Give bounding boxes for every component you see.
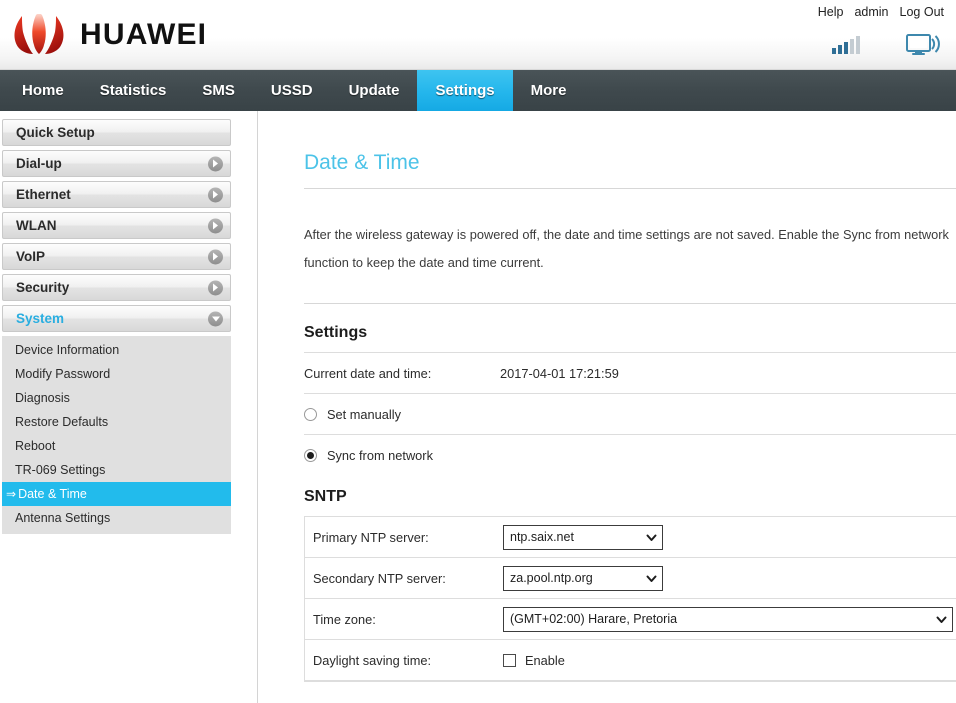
settings-heading: Settings xyxy=(304,324,956,352)
daylight-saving-checkbox[interactable] xyxy=(503,654,516,667)
page-title: Date & Time xyxy=(304,151,956,189)
chevron-right-icon xyxy=(208,249,223,264)
sidebar-item-diagnosis[interactable]: Diagnosis xyxy=(2,386,231,410)
current-date-time-value: 2017-04-01 17:21:59 xyxy=(500,366,956,381)
time-zone-value: (GMT+02:00) Harare, Pretoria xyxy=(510,612,935,626)
sidebar: Quick Setup Dial-up Ethernet WLAN VoIP xyxy=(0,111,258,703)
sidebar-group-quick-setup[interactable]: Quick Setup xyxy=(2,119,231,146)
settings-rows: Current date and time: 2017-04-01 17:21:… xyxy=(304,352,956,476)
sidebar-group-system[interactable]: System xyxy=(2,305,231,332)
chevron-right-icon xyxy=(208,156,223,171)
sidebar-item-label: Modify Password xyxy=(15,367,110,381)
page-body: Quick Setup Dial-up Ethernet WLAN VoIP xyxy=(0,111,956,703)
daylight-saving-enable-label[interactable]: Enable xyxy=(525,653,565,668)
sidebar-group-security[interactable]: Security xyxy=(2,274,231,301)
set-manually-label[interactable]: Set manually xyxy=(327,407,401,422)
sntp-heading: SNTP xyxy=(304,488,956,516)
sidebar-group-wlan[interactable]: WLAN xyxy=(2,212,231,239)
admin-link[interactable]: admin xyxy=(854,5,888,19)
brand-name: HUAWEI xyxy=(80,18,207,52)
nav-tab-home[interactable]: Home xyxy=(4,70,82,111)
sntp-table: Primary NTP server: ntp.saix.net Seconda… xyxy=(304,516,956,682)
time-zone-select[interactable]: (GMT+02:00) Harare, Pretoria xyxy=(503,607,953,632)
chevron-down-icon xyxy=(645,531,658,544)
primary-ntp-label: Primary NTP server: xyxy=(313,530,503,545)
help-link[interactable]: Help xyxy=(818,5,844,19)
row-set-manually[interactable]: Set manually xyxy=(304,394,956,435)
chevron-right-icon xyxy=(208,280,223,295)
sidebar-item-reboot[interactable]: Reboot xyxy=(2,434,231,458)
sidebar-item-tr069-settings[interactable]: TR-069 Settings xyxy=(2,458,231,482)
row-time-zone: Time zone: (GMT+02:00) Harare, Pretoria xyxy=(305,599,956,640)
primary-ntp-value: ntp.saix.net xyxy=(510,530,645,544)
nav-tab-ussd[interactable]: USSD xyxy=(253,70,331,111)
sidebar-item-restore-defaults[interactable]: Restore Defaults xyxy=(2,410,231,434)
sidebar-item-label: Device Information xyxy=(15,343,119,357)
signal-bars-icon xyxy=(832,36,860,54)
secondary-ntp-value: za.pool.ntp.org xyxy=(510,571,645,585)
time-zone-label: Time zone: xyxy=(313,612,503,627)
chevron-down-icon xyxy=(935,613,948,626)
status-icons xyxy=(832,33,940,57)
sidebar-item-label: Diagnosis xyxy=(15,391,70,405)
top-links: Help admin Log Out xyxy=(818,5,944,19)
wireless-monitor-icon[interactable] xyxy=(906,33,940,57)
sidebar-group-label: Dial-up xyxy=(16,156,62,171)
intro-text: After the wireless gateway is powered of… xyxy=(304,221,956,304)
logout-link[interactable]: Log Out xyxy=(900,5,944,19)
chevron-down-icon xyxy=(645,572,658,585)
main-nav: Home Statistics SMS USSD Update Settings… xyxy=(0,70,956,111)
nav-tab-more[interactable]: More xyxy=(513,70,585,111)
row-sync-from-network[interactable]: Sync from network xyxy=(304,435,956,476)
radio-sync-from-network[interactable] xyxy=(304,449,317,462)
sidebar-group-label: Security xyxy=(16,280,69,295)
daylight-saving-label: Daylight saving time: xyxy=(313,653,503,668)
row-current-date-time: Current date and time: 2017-04-01 17:21:… xyxy=(304,353,956,394)
sidebar-item-date-time[interactable]: ⇒ Date & Time xyxy=(2,482,231,506)
primary-ntp-select[interactable]: ntp.saix.net xyxy=(503,525,663,550)
brand: HUAWEI xyxy=(8,14,207,56)
nav-tab-sms[interactable]: SMS xyxy=(184,70,253,111)
sidebar-item-device-information[interactable]: Device Information xyxy=(2,338,231,362)
main-content: Date & Time After the wireless gateway i… xyxy=(258,111,956,703)
sidebar-group-label: WLAN xyxy=(16,218,57,233)
sidebar-system-submenu: Device Information Modify Password Diagn… xyxy=(2,336,231,534)
sidebar-group-label: Ethernet xyxy=(16,187,71,202)
row-secondary-ntp-server: Secondary NTP server: za.pool.ntp.org xyxy=(305,558,956,599)
sidebar-item-label: TR-069 Settings xyxy=(15,463,105,477)
row-primary-ntp-server: Primary NTP server: ntp.saix.net xyxy=(305,517,956,558)
sidebar-item-label: Restore Defaults xyxy=(15,415,108,429)
chevron-right-icon xyxy=(208,218,223,233)
sidebar-group-voip[interactable]: VoIP xyxy=(2,243,231,270)
sidebar-item-label: Date & Time xyxy=(18,487,87,501)
secondary-ntp-select[interactable]: za.pool.ntp.org xyxy=(503,566,663,591)
sidebar-item-label: Reboot xyxy=(15,439,55,453)
current-date-time-label: Current date and time: xyxy=(304,366,500,381)
row-daylight-saving-time: Daylight saving time: Enable xyxy=(305,640,956,681)
selected-marker-icon: ⇒ xyxy=(6,487,16,501)
huawei-flower-logo xyxy=(8,14,70,56)
sidebar-group-ethernet[interactable]: Ethernet xyxy=(2,181,231,208)
sidebar-group-dial-up[interactable]: Dial-up xyxy=(2,150,231,177)
nav-tab-settings[interactable]: Settings xyxy=(417,70,512,111)
sidebar-group-label: Quick Setup xyxy=(16,125,95,140)
chevron-down-icon xyxy=(208,311,223,326)
secondary-ntp-label: Secondary NTP server: xyxy=(313,571,503,586)
sidebar-item-label: Antenna Settings xyxy=(15,511,110,525)
app-header: HUAWEI Help admin Log Out xyxy=(0,0,956,70)
sidebar-item-antenna-settings[interactable]: Antenna Settings xyxy=(2,506,231,530)
sidebar-group-label: System xyxy=(16,311,64,326)
radio-set-manually[interactable] xyxy=(304,408,317,421)
nav-tab-statistics[interactable]: Statistics xyxy=(82,70,185,111)
sync-from-network-label[interactable]: Sync from network xyxy=(327,448,433,463)
sidebar-group-label: VoIP xyxy=(16,249,45,264)
sidebar-item-modify-password[interactable]: Modify Password xyxy=(2,362,231,386)
nav-tab-update[interactable]: Update xyxy=(331,70,418,111)
chevron-right-icon xyxy=(208,187,223,202)
